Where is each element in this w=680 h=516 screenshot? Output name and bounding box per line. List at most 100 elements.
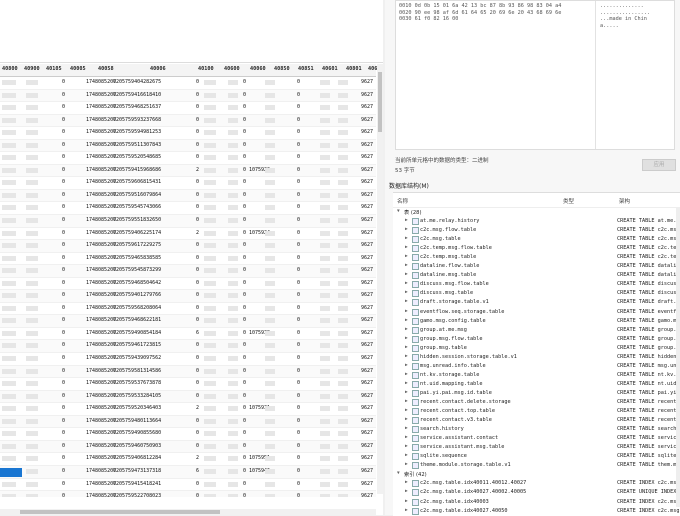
- cell-40060[interactable]: 0: [243, 179, 246, 185]
- table-row[interactable]: 0 1748085200 7205759520548685 0 0 0 9627: [0, 152, 376, 165]
- col-name-header[interactable]: 名称: [397, 197, 408, 205]
- cell-40105[interactable]: 0: [62, 154, 65, 160]
- cell-40105[interactable]: 0: [62, 230, 65, 236]
- chevron-right-icon[interactable]: ▶: [405, 363, 408, 368]
- chevron-right-icon[interactable]: ▶: [405, 254, 408, 259]
- cell-40060[interactable]: 0: [243, 330, 246, 336]
- cell-40601[interactable]: 0: [297, 204, 300, 210]
- cell-40100[interactable]: 0: [196, 204, 199, 210]
- schema-item[interactable]: ▶ recent.contact.delete.storage CREATE TAB…: [393, 398, 680, 407]
- table-row[interactable]: 0 1748085200 7205759406225174 2 0 1075924 0 962…: [0, 227, 376, 241]
- cell-40005[interactable]: 1748085200: [86, 192, 116, 198]
- cell-40105[interactable]: 0: [62, 255, 65, 261]
- cell-40605[interactable]: 9627: [361, 255, 373, 261]
- schema-item[interactable]: ▶ discuss.msg.flow.table CREATE TABLE disc…: [393, 280, 680, 289]
- schema-item[interactable]: ▶ eventflow.seq.storage.table CREATE TABLE…: [393, 308, 680, 317]
- chevron-right-icon[interactable]: ▶: [405, 499, 408, 504]
- cell-40060[interactable]: 0: [243, 129, 246, 135]
- schema-item[interactable]: ▶ pai.yi.pai.msg.id.table CREATE TABLE pai…: [393, 389, 680, 398]
- cell-40060[interactable]: 0: [243, 393, 246, 399]
- cell-40605[interactable]: 9627: [361, 154, 373, 160]
- cell-40601[interactable]: 0: [297, 493, 300, 497]
- cell-40601[interactable]: 0: [297, 317, 300, 323]
- chevron-right-icon[interactable]: ▶: [405, 453, 408, 458]
- cell-40005[interactable]: 1748085200: [86, 468, 116, 474]
- cell-40605[interactable]: 9627: [361, 393, 373, 399]
- column-header-40105[interactable]: 40105: [46, 66, 62, 72]
- cell-40060[interactable]: 0: [243, 493, 246, 497]
- schema-item[interactable]: ▶ recent.contact.top.table CREATE TABLE re…: [393, 407, 680, 416]
- cell-40601[interactable]: 0: [297, 368, 300, 374]
- cell-40058[interactable]: 7205759581314586: [113, 368, 161, 374]
- cell-40058[interactable]: 7205759617229275: [113, 242, 161, 248]
- cell-40105[interactable]: 0: [62, 129, 65, 135]
- cell-40100[interactable]: 0: [196, 92, 199, 98]
- cell-40105[interactable]: 0: [62, 179, 65, 185]
- cell-40601[interactable]: 0: [297, 142, 300, 148]
- table-row[interactable]: 0 1748085200 7205759581314586 0 0 0 9627: [0, 365, 376, 379]
- cell-40060[interactable]: 0: [243, 230, 246, 236]
- chevron-right-icon[interactable]: ▶: [405, 245, 408, 250]
- col-schema-header[interactable]: 架构: [619, 197, 630, 205]
- cell-40605[interactable]: 9627: [361, 179, 373, 185]
- chevron-right-icon[interactable]: ▶: [405, 336, 408, 341]
- cell-40601[interactable]: 0: [297, 305, 300, 311]
- cell-40005[interactable]: 1748085200: [86, 305, 116, 311]
- chevron-right-icon[interactable]: ▶: [405, 272, 408, 277]
- column-header-40800[interactable]: 40800: [2, 66, 18, 72]
- table-row[interactable]: 0 1748085200 7205759537673878 0 0 0 9627: [0, 378, 376, 391]
- cell-40601[interactable]: 0: [297, 154, 300, 160]
- scrollbar-thumb[interactable]: [20, 510, 220, 514]
- cell-40105[interactable]: 0: [62, 204, 65, 210]
- cell-40105[interactable]: 0: [62, 104, 65, 110]
- table-row[interactable]: 0 1748085200 7205759401279766 0 0 0 9627: [0, 290, 376, 303]
- cell-40005[interactable]: 1748085200: [86, 430, 116, 436]
- column-header-40851[interactable]: 40851: [298, 66, 314, 72]
- cell-40005[interactable]: 1748085200: [86, 418, 116, 424]
- cell-40100[interactable]: 0: [196, 104, 199, 110]
- schema-item[interactable]: ▶ theme.module.storage.table.v1 CREATE TAB…: [393, 461, 680, 470]
- cell-40058[interactable]: 7205759468622181: [113, 317, 161, 323]
- cell-40105[interactable]: 0: [62, 117, 65, 123]
- cell-40100[interactable]: 0: [196, 493, 199, 497]
- cell-40060[interactable]: 0: [243, 430, 246, 436]
- schema-item[interactable]: ▶ hidden.session.storage.table.v1 CREATE T…: [393, 353, 680, 362]
- cell-40060[interactable]: 0: [243, 280, 246, 286]
- cell-40100[interactable]: 0: [196, 292, 199, 298]
- cell-40005[interactable]: 1748085200: [86, 380, 116, 386]
- cell-40601[interactable]: 0: [297, 330, 300, 336]
- cell-40060[interactable]: 0: [243, 79, 246, 85]
- table-row[interactable]: 0 1748085200 7205759568208064 0 0 0 9627: [0, 302, 376, 316]
- cell-40058[interactable]: 7205759473137318: [113, 468, 161, 474]
- schema-item[interactable]: ▶ recent.contact.v3.table CREATE TABLE rec…: [393, 416, 680, 425]
- cell-40601[interactable]: 0: [297, 280, 300, 286]
- cell-40060[interactable]: 0: [243, 368, 246, 374]
- table-row[interactable]: 0 1748085200 7205759415418241 0 0 0 9627: [0, 478, 376, 492]
- cell-40105[interactable]: 0: [62, 342, 65, 348]
- cell-40601[interactable]: 0: [297, 380, 300, 386]
- apply-button[interactable]: 应用: [642, 159, 676, 171]
- cell-40058[interactable]: 7205759533284105: [113, 393, 161, 399]
- cell-40605[interactable]: 9627: [361, 104, 373, 110]
- cell-40100[interactable]: 0: [196, 192, 199, 198]
- cell-40601[interactable]: 0: [297, 230, 300, 236]
- cell-40005[interactable]: 1748085200: [86, 154, 116, 160]
- column-header-40850[interactable]: 40850: [274, 66, 290, 72]
- schema-item[interactable]: ▶ c2c.temp.msg.flow.table CREATE TABLE c2c…: [393, 244, 680, 253]
- schema-item[interactable]: ▶ group.msg.table CREATE TABLE group.m: [393, 344, 680, 353]
- cell-40601[interactable]: 0: [297, 217, 300, 223]
- table-row[interactable]: 0 1748085200 7205759461723815 0 0 0 9627: [0, 340, 376, 354]
- cell-40605[interactable]: 9627: [361, 79, 373, 85]
- schema-item[interactable]: ▶ dataline.flow.table CREATE TABLE datalin…: [393, 262, 680, 271]
- cell-40060[interactable]: 0: [243, 104, 246, 110]
- cell-40058[interactable]: 7205759516079864: [113, 192, 161, 198]
- schema-group[interactable]: ▼ 索引 (42): [393, 470, 680, 479]
- chevron-right-icon[interactable]: ▶: [405, 408, 408, 413]
- cell-40005[interactable]: 1748085200: [86, 79, 116, 85]
- cell-40058[interactable]: 7205759511307843: [113, 142, 161, 148]
- cell-40058[interactable]: 7205759401279766: [113, 292, 161, 298]
- cell-40100[interactable]: 2: [196, 230, 199, 236]
- cell-40058[interactable]: 7205759468504642: [113, 280, 161, 286]
- cell-40100[interactable]: 0: [196, 142, 199, 148]
- chevron-right-icon[interactable]: ▶: [405, 236, 408, 241]
